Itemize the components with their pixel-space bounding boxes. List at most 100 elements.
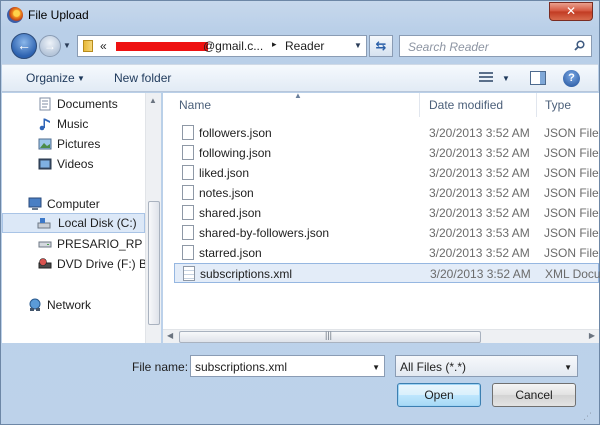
file-type: JSON File <box>544 126 599 140</box>
folder-icon <box>83 40 93 52</box>
file-date: 3/20/2013 3:52 AM <box>429 166 530 180</box>
drive-icon <box>38 241 52 248</box>
column-divider[interactable] <box>536 93 537 117</box>
address-current-folder[interactable]: Reader <box>285 39 324 53</box>
file-name-input[interactable]: subscriptions.xml ▼ <box>190 355 385 377</box>
redaction-bar <box>116 42 208 51</box>
address-email-segment[interactable]: @gmail.c... <box>203 39 263 53</box>
file-name: shared.json <box>199 206 262 220</box>
file-name: followers.json <box>199 126 272 140</box>
file-row[interactable]: following.json 3/20/2013 3:52 AM JSON Fi… <box>174 143 599 163</box>
file-row[interactable]: shared-by-followers.json 3/20/2013 3:53 … <box>174 223 599 243</box>
file-row[interactable]: liked.json 3/20/2013 3:52 AM JSON File <box>174 163 599 183</box>
scroll-up-icon[interactable]: ▲ <box>149 96 157 105</box>
nav-label: Pictures <box>57 137 101 151</box>
nav-label: Music <box>57 117 89 131</box>
file-list-horizontal-scrollbar[interactable]: ◀ ||| ▶ <box>163 329 599 343</box>
file-list: ▲ Name Date modified Type followers.json… <box>163 91 600 343</box>
nav-item-network[interactable]: Network <box>2 295 145 315</box>
column-divider[interactable] <box>419 93 420 117</box>
sort-ascending-icon: ▲ <box>294 91 302 100</box>
new-folder-button[interactable]: New folder <box>114 71 171 85</box>
nav-label: Local Disk (C:) <box>58 216 137 230</box>
nav-label: PRESARIO_RP (D: <box>57 237 145 251</box>
organize-button[interactable]: Organize <box>26 71 75 85</box>
file-row[interactable]: notes.json 3/20/2013 3:52 AM JSON File <box>174 183 599 203</box>
file-name-dropdown-icon[interactable]: ▼ <box>372 363 380 372</box>
json-file-icon <box>182 125 194 140</box>
forward-button[interactable]: → <box>39 35 61 57</box>
filter-dropdown-icon[interactable]: ▼ <box>564 363 572 372</box>
file-type: JSON File <box>544 226 599 240</box>
xml-file-icon <box>183 266 195 281</box>
file-date: 3/20/2013 3:53 AM <box>429 226 530 240</box>
nav-pane-scroll-thumb[interactable] <box>148 201 160 325</box>
nav-label: DVD Drive (F:) BR <box>57 257 145 271</box>
nav-item-presario[interactable]: PRESARIO_RP (D: <box>2 234 145 254</box>
close-button[interactable]: ✕ <box>549 2 593 21</box>
file-name: subscriptions.xml <box>200 267 293 281</box>
nav-item-pictures[interactable]: Pictures <box>2 134 145 154</box>
nav-item-music[interactable]: Music <box>2 114 145 134</box>
nav-item-videos[interactable]: Videos <box>2 154 145 174</box>
back-button[interactable]: ← <box>11 33 37 59</box>
column-header-name[interactable]: Name <box>179 98 211 112</box>
column-header-date-modified[interactable]: Date modified <box>429 98 503 112</box>
pictures-icon <box>38 138 52 150</box>
cancel-button[interactable]: Cancel <box>492 383 576 407</box>
local-disk-icon <box>37 218 51 229</box>
file-date: 3/20/2013 3:52 AM <box>429 186 530 200</box>
json-file-icon <box>182 185 194 200</box>
nav-item-computer[interactable]: Computer <box>2 194 145 214</box>
file-row[interactable]: shared.json 3/20/2013 3:52 AM JSON File <box>174 203 599 223</box>
json-file-icon <box>182 245 194 260</box>
open-button[interactable]: Open <box>397 383 481 407</box>
file-row-selected[interactable]: subscriptions.xml 3/20/2013 3:52 AM XML … <box>174 263 600 283</box>
file-date: 3/20/2013 3:52 AM <box>429 126 530 140</box>
title-bar[interactable]: File Upload ✕ <box>1 1 599 29</box>
address-dropdown-icon[interactable]: ▼ <box>350 36 366 56</box>
file-name: shared-by-followers.json <box>199 226 330 240</box>
nav-pane-scrollbar[interactable]: ▲ <box>145 93 161 343</box>
file-name: liked.json <box>199 166 250 180</box>
computer-icon <box>28 197 42 210</box>
column-headers: ▲ Name Date modified Type <box>163 91 599 117</box>
change-view-icon[interactable] <box>479 72 493 84</box>
json-file-icon <box>182 165 194 180</box>
nav-item-dvd-drive[interactable]: DVD Drive (F:) BR <box>2 254 145 274</box>
address-overflow-chevron[interactable]: « <box>100 39 107 53</box>
address-separator-icon[interactable]: ▸ <box>272 39 277 50</box>
view-dropdown-icon[interactable]: ▼ <box>502 74 510 83</box>
nav-item-documents[interactable]: Documents <box>2 94 145 114</box>
file-type-filter-select[interactable]: All Files (*.*) ▼ <box>395 355 578 377</box>
address-bar[interactable]: « @gmail.c... ▸ Reader ▼ <box>77 35 367 57</box>
search-input[interactable]: Search Reader <box>399 35 592 57</box>
file-row[interactable]: starred.json 3/20/2013 3:52 AM JSON File <box>174 243 599 263</box>
file-name: notes.json <box>199 186 254 200</box>
file-name: starred.json <box>199 246 262 260</box>
nav-label: Computer <box>47 197 100 211</box>
resize-grip-icon[interactable]: ⋰ <box>583 411 592 422</box>
preview-pane-icon[interactable] <box>530 71 546 85</box>
file-name-value: subscriptions.xml <box>195 360 288 374</box>
file-date: 3/20/2013 3:52 AM <box>429 206 530 220</box>
recent-locations-dropdown[interactable]: ▼ <box>63 39 73 53</box>
file-type-filter-value: All Files (*.*) <box>400 360 467 374</box>
file-date: 3/20/2013 3:52 AM <box>430 267 531 281</box>
help-icon[interactable]: ? <box>563 70 580 87</box>
navigation-pane: Documents Music Pictures Videos Computer <box>2 93 161 343</box>
scroll-right-icon[interactable]: ▶ <box>589 331 595 340</box>
scroll-grip-icon: ||| <box>325 330 333 340</box>
file-row[interactable]: followers.json 3/20/2013 3:52 AM JSON Fi… <box>174 123 599 143</box>
nav-item-local-disk[interactable]: Local Disk (C:) <box>2 213 145 233</box>
scroll-left-icon[interactable]: ◀ <box>167 331 173 340</box>
command-bar: Organize ▼ New folder ▼ ? <box>2 64 598 92</box>
column-header-type[interactable]: Type <box>545 98 571 112</box>
refresh-button[interactable]: ⇆ <box>369 35 393 57</box>
file-type: JSON File <box>544 206 599 220</box>
file-name-label: File name: <box>132 360 189 374</box>
nav-label: Videos <box>57 157 94 171</box>
search-icon[interactable] <box>574 40 585 51</box>
organize-dropdown-icon[interactable]: ▼ <box>77 74 85 83</box>
json-file-icon <box>182 225 194 240</box>
